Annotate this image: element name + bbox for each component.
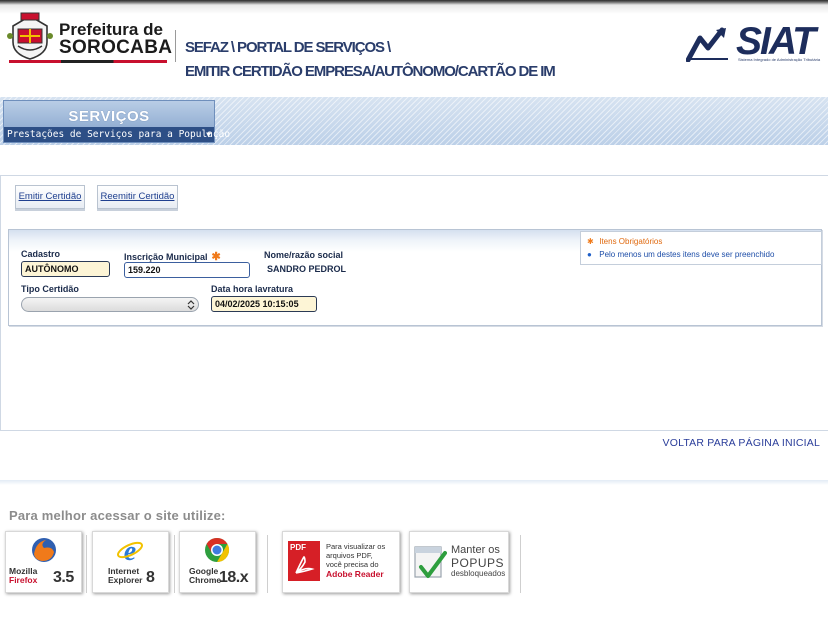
svg-text:e: e: [124, 536, 136, 564]
footer-separator: [520, 535, 521, 593]
adobe-reader-badge[interactable]: PDF Para visualizar os arquivos PDF, voc…: [282, 531, 400, 593]
popups-line1: Manter os: [451, 544, 500, 556]
popups-badge[interactable]: Manter os POPUPS desbloqueados: [409, 531, 509, 593]
org-name-line2: SOROCABA: [59, 37, 173, 58]
ie-version: 8: [146, 569, 155, 586]
form-legend: ✱ Itens Obrigatórios ● Pelo menos um des…: [580, 231, 822, 265]
chrome-icon: [205, 538, 230, 562]
pdf-icon-label: PDF: [290, 543, 306, 552]
inscricao-municipal-input[interactable]: 159.220: [124, 262, 250, 278]
select-arrows-icon: [187, 300, 195, 310]
adobe-product: Adobe Reader: [326, 569, 384, 579]
tipo-certidao-label: Tipo Certidão: [21, 284, 79, 294]
firefox-version: 3.5: [53, 569, 74, 586]
chevron-down-icon: ▼: [206, 130, 211, 139]
nome-label: Nome/razão social: [264, 250, 344, 260]
page-title: EMITIR CERTIDÃO EMPRESA/AUTÔNOMO/CARTÃO …: [185, 63, 556, 80]
firefox-badge[interactable]: Mozilla Firefox 3.5: [5, 531, 82, 593]
page-header: Prefeitura de SOROCABA SEFAZ \ PORTAL DE…: [0, 0, 828, 97]
chrome-version: 18.x: [219, 569, 249, 586]
services-menu-button[interactable]: SERVIÇOS Prestações de Serviços para a P…: [3, 100, 230, 143]
firefox-name-line2: Firefox: [9, 575, 38, 585]
services-title: SERVIÇOS: [68, 108, 150, 125]
services-subtitle-text: Prestações de Serviços para a População: [7, 129, 231, 140]
chrome-name-line2: Chrome: [189, 575, 222, 585]
legend-required-label: Itens Obrigatórios: [599, 237, 663, 246]
adobe-text-line1: Para visualizar os: [326, 542, 386, 551]
siat-logo[interactable]: SIAT Sistema Integrado de Administração …: [686, 20, 826, 66]
ie-name-line2: Explorer: [108, 575, 143, 585]
acrobat-swirl-icon: [295, 555, 315, 574]
logo-stripe: [9, 60, 167, 63]
nome-value: SANDRO PEDROL: [267, 264, 347, 274]
siat-subtitle: Sistema Integrado de Administração Tribu…: [738, 57, 821, 62]
ie-badge[interactable]: e Internet Explorer 8: [92, 531, 169, 593]
adobe-text-line2: arquivos PDF,: [326, 551, 373, 560]
services-subtitle: Prestações de Serviços para a População …: [4, 127, 230, 142]
footer-separator: [174, 535, 175, 593]
required-asterisk-icon: ✱: [587, 237, 594, 246]
sorocaba-crest-icon: [7, 12, 53, 60]
data-hora-field[interactable]: 04/02/2025 10:15:05: [211, 296, 317, 312]
best-access-text: Para melhor acessar o site utilize:: [9, 508, 226, 523]
tab-emitir-certidao[interactable]: Emitir Certidão: [15, 185, 85, 209]
tipo-certidao-select[interactable]: [21, 297, 199, 312]
voltar-pagina-inicial-link[interactable]: VOLTAR PARA PÁGINA INICIAL: [663, 437, 821, 449]
popups-line2: POPUPS: [451, 556, 505, 570]
popups-line3: desbloqueados: [451, 569, 506, 578]
legend-required: ✱ Itens Obrigatórios: [587, 237, 662, 246]
header-divider: [175, 30, 176, 62]
footer-separator: [86, 535, 87, 593]
firefox-icon: [32, 538, 56, 562]
legend-one-of-label: Pelo menos um destes itens deve ser pree…: [599, 250, 775, 259]
prefeitura-logo[interactable]: Prefeitura de SOROCABA: [7, 10, 172, 66]
cadastro-label: Cadastro: [21, 249, 61, 259]
adobe-text-line3: você precisa do: [326, 560, 379, 569]
inscricao-label-text: Inscrição Municipal: [124, 252, 208, 262]
ie-icon: e: [117, 536, 143, 564]
chrome-badge[interactable]: Google Chrome 18.x: [179, 531, 256, 593]
adobe-text: Para visualizar os arquivos PDF, você pr…: [326, 542, 385, 579]
content-panel: Emitir Certidão Reemitir Certidão ✱ Iten…: [0, 175, 828, 431]
footer-divider: [0, 480, 828, 485]
popup-window-check-icon: [414, 546, 447, 578]
siat-mark-icon: [686, 27, 728, 62]
data-hora-label: Data hora lavratura: [211, 284, 294, 294]
services-bar: SERVIÇOS Prestações de Serviços para a P…: [0, 97, 828, 145]
cadastro-field[interactable]: AUTÔNOMO: [21, 261, 110, 277]
legend-one-of: ● Pelo menos um destes itens deve ser pr…: [587, 250, 774, 259]
footer-separator: [267, 535, 268, 593]
pdf-icon: PDF: [288, 541, 320, 581]
breadcrumb-line1: SEFAZ \ PORTAL DE SERVIÇOS \: [185, 39, 391, 56]
tab-reemitir-certidao[interactable]: Reemitir Certidão: [97, 185, 178, 209]
certidao-form: ✱ Itens Obrigatórios ● Pelo menos um des…: [8, 229, 822, 326]
blue-dot-icon: ●: [587, 250, 592, 259]
